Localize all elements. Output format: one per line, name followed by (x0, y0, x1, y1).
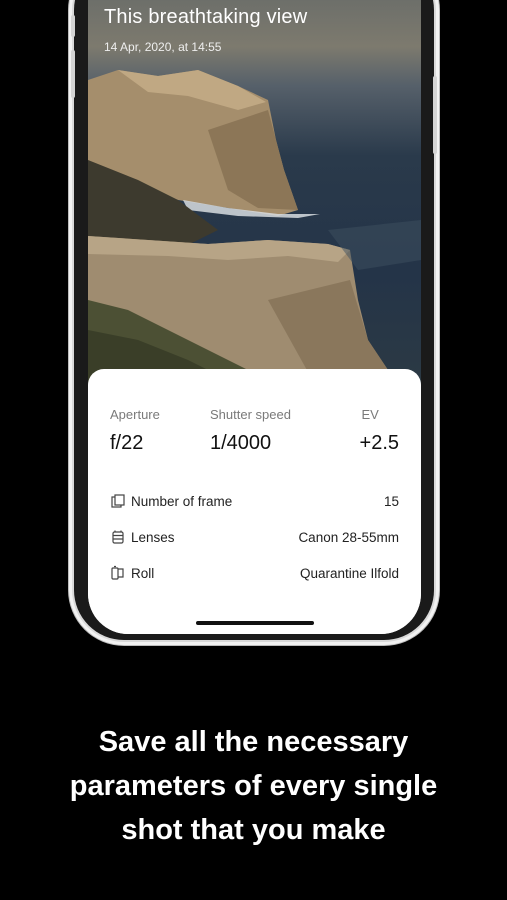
photo[interactable]: This breathtaking view 14 Apr, 2020, at … (88, 0, 421, 390)
aperture-stat: Aperture f/22 (110, 407, 160, 455)
photo-date: 14 Apr, 2020, at 14:55 (104, 40, 222, 54)
list-item-lenses[interactable]: Lenses Canon 28-55mm (110, 529, 399, 565)
caption-line-3: shot that you make (121, 814, 386, 846)
power-button (433, 76, 437, 154)
list-item-number-of-frame[interactable]: Number of frame 15 (110, 493, 399, 529)
photo-title: This breathtaking view (104, 6, 308, 28)
ev-label: EV (361, 407, 379, 422)
aperture-value: f/22 (110, 432, 144, 454)
volume-button (71, 50, 75, 98)
caption-line-2: parameters of every single (69, 770, 438, 802)
frame-icon (111, 494, 125, 508)
promo-caption: Save all the necessary parameters of eve… (0, 720, 507, 852)
number-of-frame-label: Number of frame (131, 494, 233, 509)
aperture-label: Aperture (110, 407, 160, 422)
details-list: Number of frame 15 Lenses Canon 28-55mm (110, 493, 399, 601)
landscape-image (88, 70, 421, 390)
roll-label: Roll (131, 566, 155, 581)
number-of-frame-value: 15 (383, 494, 399, 509)
photo-details-card: Aperture f/22 Shutter speed 1/4000 EV +2… (88, 369, 421, 634)
roll-value: Quarantine Ilfold (299, 566, 399, 581)
caption-line-1: Save all the necessary (98, 726, 409, 758)
ev-stat: EV +2.5 (360, 407, 399, 455)
lens-icon (112, 530, 124, 544)
lenses-label: Lenses (131, 530, 175, 545)
film-roll-icon (111, 565, 124, 580)
home-indicator[interactable] (196, 621, 314, 625)
shutter-speed-stat: Shutter speed 1/4000 (210, 407, 291, 455)
shutter-speed-value: 1/4000 (210, 432, 272, 454)
lenses-value: Canon 28-55mm (298, 530, 399, 545)
app-screen: This breathtaking view 14 Apr, 2020, at … (88, 0, 421, 634)
ev-value: +2.5 (359, 432, 399, 454)
shutter-speed-label: Shutter speed (210, 407, 291, 422)
exposure-stats: Aperture f/22 Shutter speed 1/4000 EV +2… (110, 407, 399, 467)
list-item-roll[interactable]: Roll Quarantine Ilfold (110, 565, 399, 601)
side-button (71, 15, 75, 37)
